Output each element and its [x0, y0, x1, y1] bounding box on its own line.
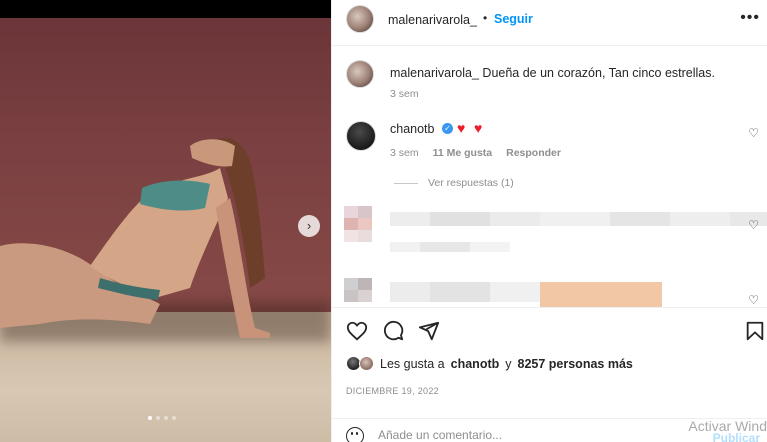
caption: malenarivarola_ Dueña de un corazón, Tan…	[390, 66, 715, 80]
post-media: ›	[0, 0, 331, 442]
comment-meta: 3 sem 11 Me gusta Responder	[390, 147, 561, 159]
more-icon[interactable]: •••	[740, 9, 760, 27]
like-icon[interactable]	[346, 320, 368, 342]
heart-emoji-icon: ♥	[474, 120, 483, 136]
comment-icon[interactable]	[382, 320, 404, 342]
divider	[394, 182, 418, 184]
comment-avatar[interactable]	[346, 121, 376, 151]
view-replies-button[interactable]: Ver respuestas (1)	[394, 177, 514, 189]
chevron-right-icon: ›	[306, 218, 312, 233]
comment-like-icon[interactable]: ♡	[748, 126, 759, 140]
comment-time[interactable]: 3 sem	[390, 147, 419, 159]
comment-like-icon[interactable]: ♡	[748, 218, 759, 232]
photo-figure	[0, 138, 270, 338]
save-icon[interactable]	[744, 320, 766, 342]
share-icon[interactable]	[418, 320, 440, 342]
likes-user[interactable]: chanotb	[451, 357, 500, 371]
heart-emoji-icon: ♥	[457, 120, 466, 136]
carousel-dot[interactable]	[156, 416, 160, 420]
caption-username[interactable]: malenarivarola_	[390, 66, 479, 80]
carousel-dot[interactable]	[164, 416, 168, 420]
emoji-icon[interactable]	[346, 427, 364, 442]
carousel-dots	[148, 416, 176, 420]
post-header: malenarivarola_ • Seguir •••	[332, 0, 767, 46]
post-side-panel: malenarivarola_ • Seguir ••• malenarivar…	[331, 0, 767, 442]
post-date[interactable]: DICIEMBRE 19, 2022	[346, 386, 439, 396]
likes-prefix: Les gusta a	[380, 356, 445, 371]
blurred-comment	[344, 206, 767, 242]
separator-dot: •	[483, 11, 488, 25]
follow-button[interactable]: Seguir	[494, 12, 533, 26]
verified-icon: ✓	[442, 123, 453, 134]
header-username[interactable]: malenarivarola_	[388, 13, 477, 27]
post-actions	[332, 307, 767, 351]
comment-likes[interactable]: 11 Me gusta	[433, 147, 493, 159]
reply-button[interactable]: Responder	[506, 147, 561, 159]
activation-watermark: Activar Wind	[688, 418, 767, 434]
caption-time[interactable]: 3 sem	[390, 88, 419, 100]
caption-text: Dueña de un corazón, Tan cinco estrellas…	[482, 66, 715, 80]
carousel-next-button[interactable]: ›	[298, 215, 320, 237]
comment-input[interactable]	[378, 428, 648, 442]
avatar[interactable]	[359, 356, 374, 371]
post-photo[interactable]	[0, 18, 331, 442]
blurred-comment-meta	[390, 242, 510, 252]
carousel-dot[interactable]	[148, 416, 152, 420]
likes-others[interactable]: 8257 personas más	[518, 357, 633, 371]
likes-summary: Les gusta a chanotb y 8257 personas más	[346, 356, 633, 371]
carousel-dot[interactable]	[172, 416, 176, 420]
view-replies-label: Ver respuestas (1)	[428, 177, 514, 189]
likes-joiner: y	[505, 356, 512, 371]
comment-username[interactable]: chanotb	[390, 122, 434, 136]
avatar[interactable]	[346, 5, 374, 33]
comment-like-icon[interactable]: ♡	[748, 293, 759, 307]
caption-avatar[interactable]	[346, 60, 374, 88]
